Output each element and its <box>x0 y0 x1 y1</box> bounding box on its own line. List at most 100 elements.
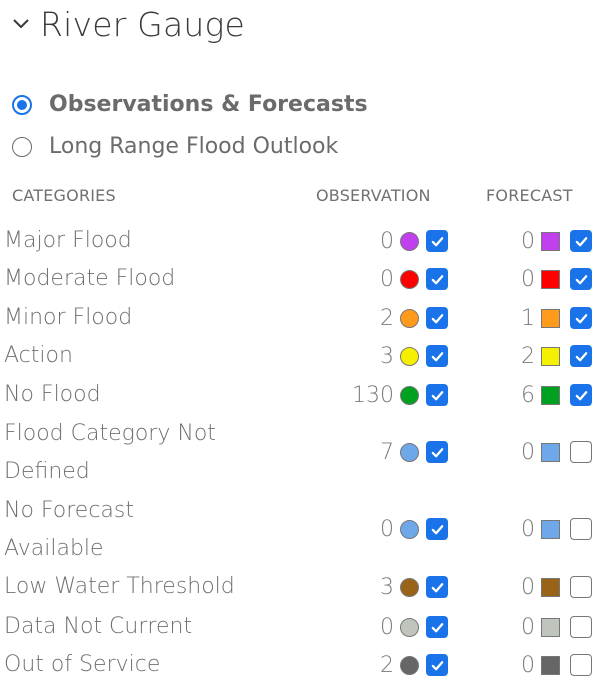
observation-count: 0 <box>380 614 394 640</box>
radio-label: Observations & Forecasts <box>49 92 368 117</box>
observation-checkbox[interactable] <box>426 384 448 406</box>
category-label: Major Flood <box>4 228 132 253</box>
category-label-line: No Forecast <box>4 498 135 523</box>
observation-count: 2 <box>380 305 394 331</box>
observation-color-dot-icon <box>400 617 419 637</box>
observation-cell: 3 <box>380 341 448 371</box>
forecast-checkbox[interactable] <box>570 384 592 406</box>
category-label: Data Not Current <box>4 614 193 639</box>
observation-checkbox[interactable] <box>426 576 448 598</box>
observation-count: 2 <box>380 652 394 678</box>
forecast-color-square-icon <box>541 655 560 675</box>
radio-label: Long Range Flood Outlook <box>49 134 339 159</box>
river-gauge-header[interactable]: River Gauge <box>6 0 245 48</box>
forecast-color-square-icon <box>541 346 560 366</box>
observation-count: 3 <box>380 343 394 369</box>
observation-cell: 0 <box>380 226 448 256</box>
column-header-forecast: FORECAST <box>486 186 573 205</box>
forecast-cell: 0 <box>521 437 592 467</box>
observation-count: 130 <box>352 382 394 408</box>
radio-observations-forecasts[interactable]: Observations & Forecasts <box>12 92 368 117</box>
category-label-line: Available <box>4 536 104 561</box>
observation-color-dot-icon <box>400 308 419 328</box>
observation-cell: 130 <box>352 380 448 410</box>
forecast-count: 0 <box>521 516 535 542</box>
observation-checkbox[interactable] <box>426 307 448 329</box>
forecast-color-square-icon <box>541 617 560 637</box>
column-header-observation: OBSERVATION <box>316 186 431 205</box>
observation-count: 0 <box>380 266 394 292</box>
observation-cell: 0 <box>380 612 448 642</box>
forecast-count: 0 <box>521 614 535 640</box>
category-label: Moderate Flood <box>4 266 176 291</box>
observation-cell: 3 <box>380 572 448 602</box>
forecast-count: 0 <box>521 652 535 678</box>
forecast-cell: 0 <box>521 264 592 294</box>
forecast-count: 1 <box>521 305 535 331</box>
forecast-cell: 2 <box>521 341 592 371</box>
forecast-color-square-icon <box>541 442 560 462</box>
forecast-checkbox[interactable] <box>570 268 592 290</box>
forecast-checkbox[interactable] <box>570 616 592 638</box>
forecast-cell: 0 <box>521 226 592 256</box>
forecast-color-square-icon <box>541 308 560 328</box>
forecast-count: 0 <box>521 574 535 600</box>
forecast-checkbox[interactable] <box>570 576 592 598</box>
observation-cell: 7 <box>380 437 448 467</box>
observation-checkbox[interactable] <box>426 616 448 638</box>
forecast-count: 2 <box>521 343 535 369</box>
panel-title: River Gauge <box>40 4 246 44</box>
forecast-color-square-icon <box>541 519 560 539</box>
forecast-cell: 0 <box>521 650 592 680</box>
observation-cell: 0 <box>380 514 448 544</box>
chevron-down-icon[interactable] <box>6 9 36 39</box>
observation-color-dot-icon <box>400 346 419 366</box>
forecast-color-square-icon <box>541 577 560 597</box>
forecast-count: 0 <box>521 228 535 254</box>
observation-checkbox[interactable] <box>426 441 448 463</box>
observation-color-dot-icon <box>400 269 419 289</box>
forecast-checkbox[interactable] <box>570 518 592 540</box>
category-label: Minor Flood <box>4 305 133 330</box>
observation-color-dot-icon <box>400 519 419 539</box>
observation-color-dot-icon <box>400 577 419 597</box>
observation-checkbox[interactable] <box>426 518 448 540</box>
forecast-checkbox[interactable] <box>570 654 592 676</box>
forecast-count: 0 <box>521 439 535 465</box>
observation-cell: 2 <box>380 303 448 333</box>
category-label-line: Defined <box>4 459 90 484</box>
observation-count: 7 <box>380 439 394 465</box>
observation-cell: 0 <box>380 264 448 294</box>
forecast-count: 6 <box>521 382 535 408</box>
forecast-checkbox[interactable] <box>570 230 592 252</box>
observation-color-dot-icon <box>400 442 419 462</box>
radio-button-selected[interactable] <box>12 94 32 115</box>
forecast-cell: 1 <box>521 303 592 333</box>
forecast-checkbox[interactable] <box>570 441 592 463</box>
category-label-line: Flood Category Not <box>4 421 216 446</box>
radio-button-unselected[interactable] <box>12 136 32 157</box>
forecast-checkbox[interactable] <box>570 307 592 329</box>
observation-checkbox[interactable] <box>426 268 448 290</box>
observation-count: 3 <box>380 574 394 600</box>
observation-color-dot-icon <box>400 231 419 251</box>
forecast-color-square-icon <box>541 269 560 289</box>
forecast-color-square-icon <box>541 385 560 405</box>
observation-checkbox[interactable] <box>426 230 448 252</box>
category-label: Low Water Threshold <box>4 574 235 599</box>
forecast-cell: 0 <box>521 612 592 642</box>
observation-count: 0 <box>380 516 394 542</box>
observation-cell: 2 <box>380 650 448 680</box>
observation-color-dot-icon <box>400 385 419 405</box>
category-label: No Flood <box>4 382 101 407</box>
forecast-checkbox[interactable] <box>570 345 592 367</box>
forecast-cell: 6 <box>521 380 592 410</box>
radio-long-range-flood-outlook[interactable]: Long Range Flood Outlook <box>12 134 338 159</box>
forecast-cell: 0 <box>521 514 592 544</box>
category-label: Flood Category Not Defined <box>4 415 216 491</box>
column-header-categories: CATEGORIES <box>12 186 116 205</box>
observation-checkbox[interactable] <box>426 654 448 676</box>
category-label: Out of Service <box>4 652 161 677</box>
observation-checkbox[interactable] <box>426 345 448 367</box>
category-label: No Forecast Available <box>4 492 134 568</box>
